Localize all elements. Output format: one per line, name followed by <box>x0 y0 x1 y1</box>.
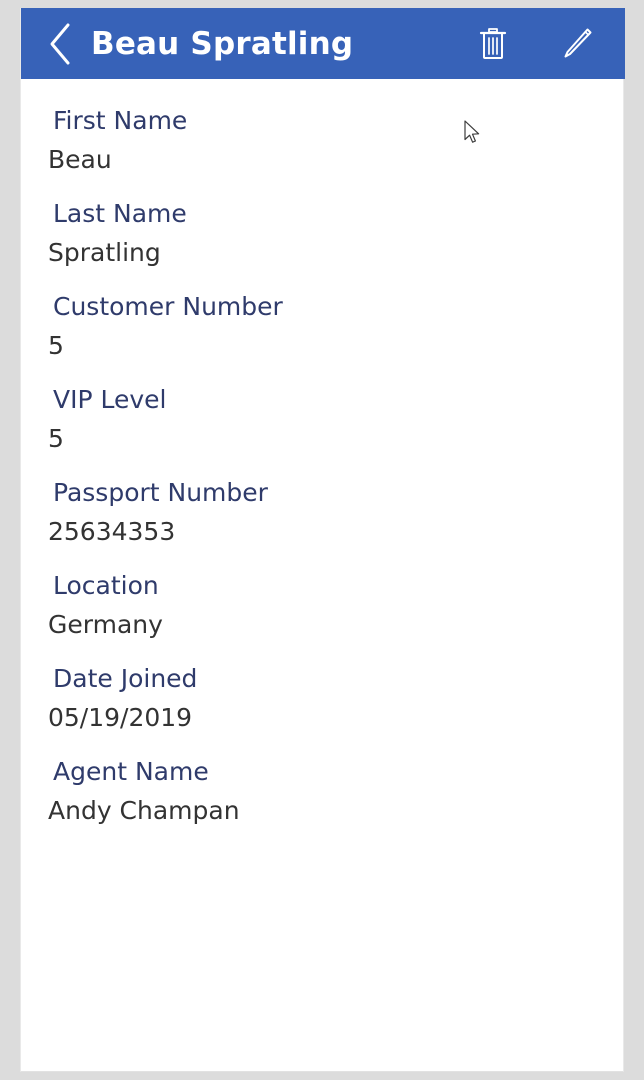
detail-field: Location Germany <box>21 571 625 664</box>
detail-field: Customer Number 5 <box>21 292 625 385</box>
trash-icon <box>478 26 508 62</box>
app-root: Beau Spratling First Name Beau Last Name… <box>0 0 644 1080</box>
field-value: Beau <box>48 145 112 174</box>
field-value: 25634353 <box>48 517 176 546</box>
field-label: Location <box>53 571 159 600</box>
app-bar-actions <box>467 16 603 72</box>
field-value: 05/19/2019 <box>48 703 193 732</box>
pencil-icon <box>560 26 594 62</box>
field-value: 5 <box>48 424 64 453</box>
detail-field: VIP Level 5 <box>21 385 625 478</box>
chevron-left-icon <box>47 22 73 66</box>
field-label: Passport Number <box>53 478 268 507</box>
field-label: VIP Level <box>53 385 167 414</box>
back-button[interactable] <box>37 16 83 72</box>
field-value: Spratling <box>48 238 161 267</box>
field-label: Date Joined <box>53 664 198 693</box>
detail-panel: Beau Spratling First Name Beau Last Name… <box>20 8 625 1072</box>
field-label: Customer Number <box>53 292 283 321</box>
detail-field: Last Name Spratling <box>21 199 625 292</box>
field-label: First Name <box>53 106 188 135</box>
page-title: Beau Spratling <box>91 25 354 62</box>
field-label: Last Name <box>53 199 187 228</box>
detail-field: Passport Number 25634353 <box>21 478 625 571</box>
detail-field: Agent Name Andy Champan <box>21 757 625 850</box>
field-label: Agent Name <box>53 757 209 786</box>
field-value: Andy Champan <box>48 796 240 825</box>
detail-field: Date Joined 05/19/2019 <box>21 664 625 757</box>
field-value: Germany <box>48 610 163 639</box>
delete-button[interactable] <box>467 16 519 72</box>
customer-detail-fields: First Name Beau Last Name Spratling Cust… <box>21 79 625 850</box>
edit-button[interactable] <box>551 16 603 72</box>
field-value: 5 <box>48 331 64 360</box>
detail-field: First Name Beau <box>21 106 625 199</box>
app-bar: Beau Spratling <box>21 8 625 79</box>
